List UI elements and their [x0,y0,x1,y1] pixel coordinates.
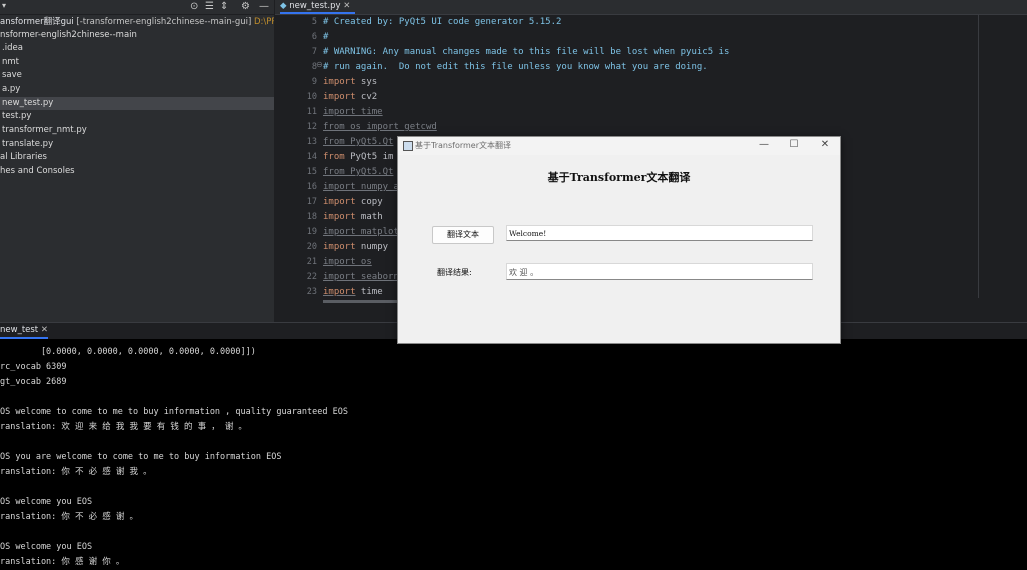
code-line: import matplot [323,227,399,237]
code-line: import time [323,287,383,297]
line-number: 7 [311,47,317,57]
window-maximize-icon[interactable]: ☐ [784,139,804,150]
tree-item-root-folder[interactable]: nsformer-english2chinese--main [0,29,274,42]
chevron-down-icon[interactable]: ▾ [2,1,6,10]
code-line: import numpy a [323,182,399,192]
close-icon[interactable]: ✕ [41,325,48,335]
console-line: ranslation: 你 不 必 感 谢 我 。 [0,467,152,477]
gear-icon[interactable]: ⚙ [241,1,250,12]
code-line: import numpy [323,242,389,252]
code-line: import math [323,212,383,222]
code-line: from PyQt5 im [323,152,394,162]
project-module: [-transformer-english2chinese--main-gui] [76,17,252,27]
line-number: 13 [306,137,317,147]
code-line: # WARNING: Any manual changes made to th… [323,47,730,57]
code-line: import time [323,107,383,117]
project-name: ansformer翻译gui [0,17,74,27]
minimize-icon[interactable]: — [259,1,269,12]
line-number: 6 [311,32,317,42]
tree-item-new-test-py[interactable]: new_test.py [0,97,274,110]
tree-item-external-libraries[interactable]: al Libraries [0,151,274,164]
line-number: 15 [306,167,317,177]
tree-item-translate-py[interactable]: translate.py [0,138,274,151]
tab-run-new-test[interactable]: new_test ✕ [0,323,48,339]
fold-icon[interactable]: ⊖ [316,60,323,69]
project-panel: ▾ ⊙ ☰ ⇕ ⚙ — ansformer翻译gui [-transformer… [0,0,275,322]
translate-button[interactable]: 翻译文本 [432,226,494,244]
code-line: import sys [323,77,378,87]
dialog-window-title: 基于Transformer文本翻译 [415,141,512,150]
code-line: import copy [323,197,383,207]
line-number: 5 [311,17,317,27]
window-close-icon[interactable]: ✕ [815,139,835,150]
line-number: 9 [311,77,317,87]
app-icon [403,141,413,151]
horizontal-scrollbar[interactable] [323,300,403,303]
line-number: 18 [306,212,317,222]
result-output-field[interactable]: 欢 迎 。 [506,263,813,280]
python-file-icon: ◆ [280,1,287,11]
line-number: 14 [306,152,317,162]
locate-icon[interactable]: ⊙ [190,1,198,12]
line-number: 22 [306,272,317,282]
console-line: OS welcome you EOS [0,497,93,507]
line-number-gutter: 5 6 7 8 9 10 11 12 13 14 15 16 17 18 19 … [275,15,319,307]
source-text-input[interactable]: Welcome! [506,225,813,241]
editor-tabbar: ◆ new_test.py ✕ [275,0,1027,15]
line-number: 19 [306,227,317,237]
dialog-titlebar[interactable]: 基于Transformer文本翻译 — ☐ ✕ [398,137,840,155]
expand-all-icon[interactable]: ☰ [205,1,214,12]
console-line: rc_vocab 6309 [0,362,67,372]
run-console[interactable]: [0.0000, 0.0000, 0.0000, 0.0000, 0.0000]… [0,339,1027,567]
code-line: # Created by: PyQt5 UI code generator 5.… [323,17,562,27]
code-line: # run again. Do not edit this file unles… [323,62,708,72]
line-number: 20 [306,242,317,252]
line-number: 11 [306,107,317,117]
right-margin-guide [978,15,979,298]
dialog-heading: 基于Transformer文本翻译 [547,171,691,184]
code-line: from os import getcwd [323,122,437,132]
code-line: # [323,32,329,42]
code-line: from PyQt5.Qt [323,137,394,147]
tree-item-a-py[interactable]: a.py [0,83,274,96]
line-number: 23 [306,287,317,297]
project-path: D:\PR [253,17,275,27]
collapse-all-icon[interactable]: ⇕ [220,1,228,12]
project-header: ▾ ⊙ ☰ ⇕ ⚙ — [0,0,274,15]
result-label: 翻译结果: [437,268,472,277]
console-line: OS welcome you EOS [0,542,93,552]
line-number: 21 [306,257,317,267]
console-line: [0.0000, 0.0000, 0.0000, 0.0000, 0.0000]… [0,347,256,357]
line-number: 17 [306,197,317,207]
project-root[interactable]: ansformer翻译gui [-transformer-english2chi… [0,15,275,27]
tree-item-transformer-nmt-py[interactable]: transformer_nmt.py [0,124,274,137]
tree-item-scratches-consoles[interactable]: hes and Consoles [0,165,274,178]
code-line: import cv2 [323,92,378,102]
console-line: ranslation: 你 不 必 感 谢 。 [0,512,138,522]
tab-new-test-py[interactable]: ◆ new_test.py ✕ [280,0,355,14]
close-icon[interactable]: ✕ [343,1,350,11]
code-line: import os [323,257,372,267]
console-line: gt_vocab 2689 [0,377,67,387]
console-line: ranslation: 你 感 谢 你 。 [0,557,125,567]
console-line: OS you are welcome to come to me to buy … [0,452,282,462]
console-line: ranslation: 欢 迎 来 给 我 我 要 有 钱 的 事 ， 谢 。 [0,422,247,432]
window-minimize-icon[interactable]: — [754,139,774,150]
tree-item-nmt[interactable]: nmt [0,56,274,69]
translator-dialog: 基于Transformer文本翻译 — ☐ ✕ 基于Transformer文本翻… [397,136,841,344]
tree-item-save[interactable]: save [0,69,274,82]
tree-item-test-py[interactable]: test.py [0,110,274,123]
code-line: import seaborn [323,272,399,282]
console-line: OS welcome to come to me to buy informat… [0,407,348,417]
line-number: 16 [306,182,317,192]
line-number: 10 [306,92,317,102]
tree-item-idea[interactable]: .idea [0,42,274,55]
line-number: 12 [306,122,317,132]
code-line: from PyQt5.Qt [323,167,394,177]
